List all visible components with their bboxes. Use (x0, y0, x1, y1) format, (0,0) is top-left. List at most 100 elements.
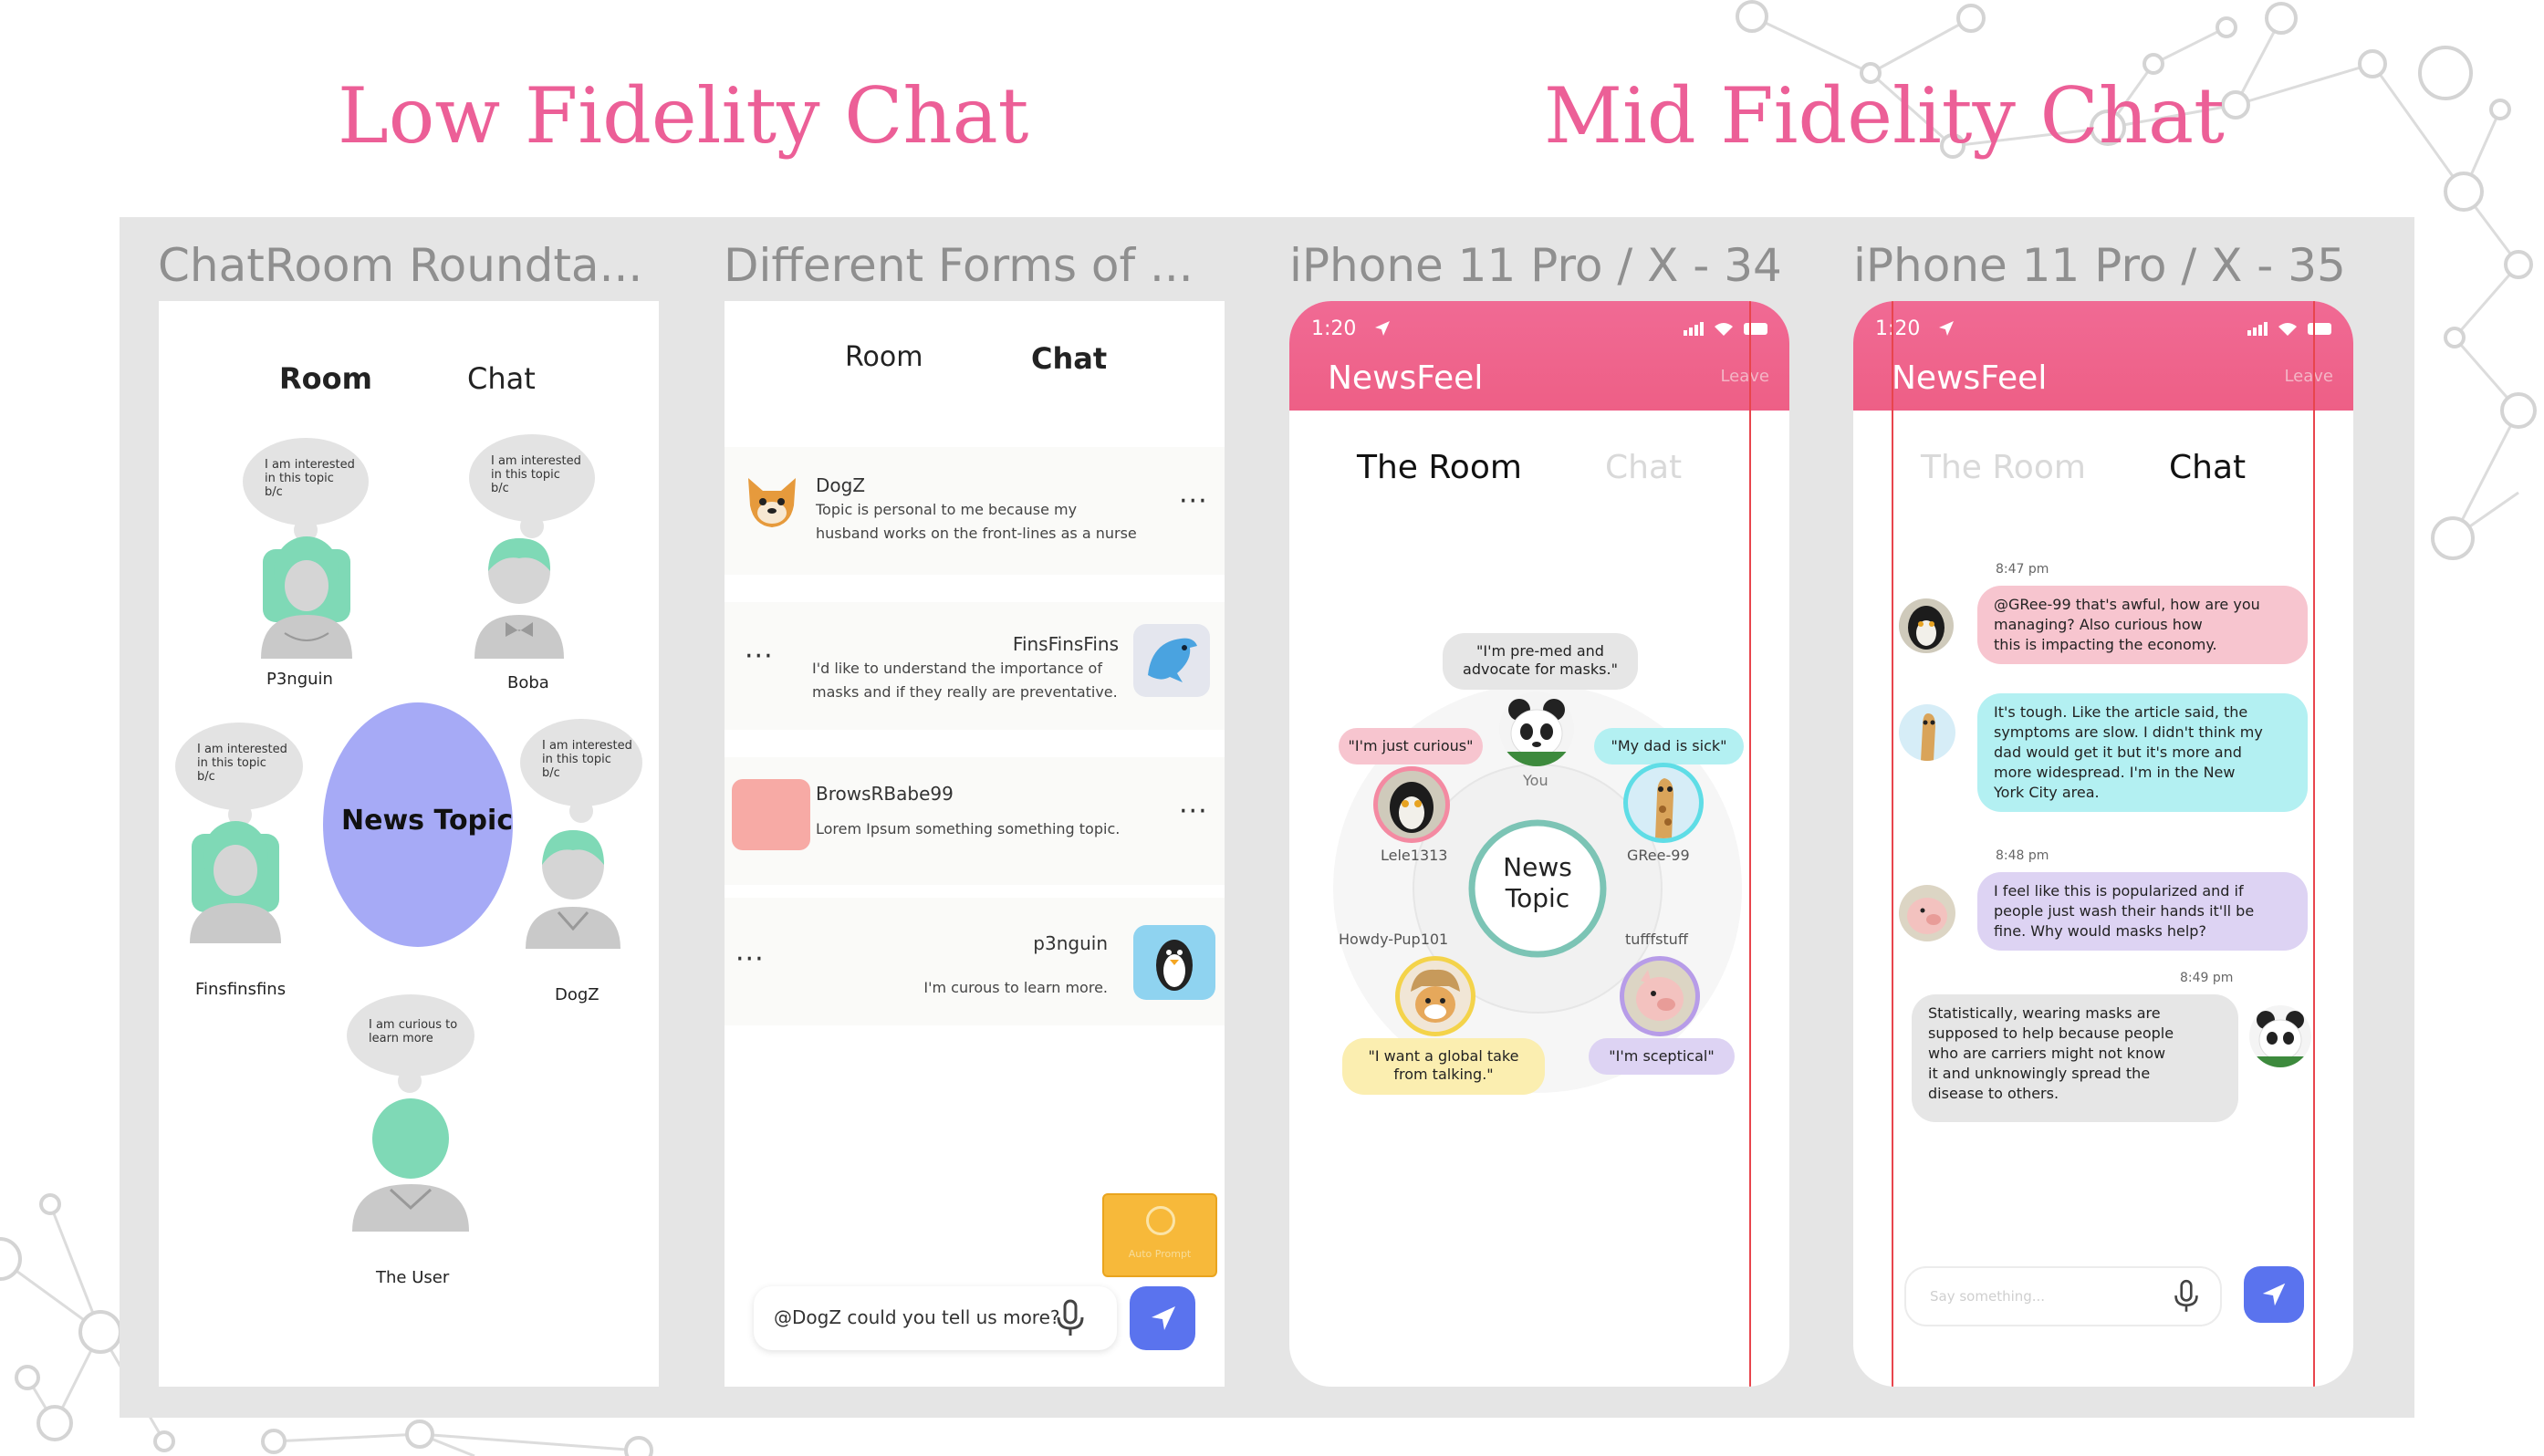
user-name: tufffstuff (1625, 931, 1688, 948)
status-time: 1:20 (1875, 317, 1921, 340)
location-icon (1375, 321, 1390, 336)
more-options-icon[interactable]: ··· (735, 943, 765, 975)
penguin-icon (1133, 925, 1215, 1000)
user-name: DogZ (555, 985, 600, 1004)
location-icon (1939, 321, 1954, 336)
chat-message[interactable]: It's tough. Like the article said, the s… (1977, 693, 2308, 812)
user-name: P3nguin (266, 670, 333, 689)
panda-avatar[interactable] (1499, 692, 1574, 766)
message-text: I'm curous to learn more. (923, 979, 1108, 996)
user-name: Howdy-Pup101 (1339, 931, 1449, 948)
message-text: Lorem Ipsum something something topic. (816, 820, 1121, 837)
more-options-icon[interactable]: ··· (1179, 796, 1208, 827)
tab-the-room[interactable]: The Room (1921, 449, 2086, 486)
app-brand: NewsFeel (1328, 359, 1484, 397)
message-input-placeholder: Say something... (1930, 1288, 2046, 1305)
bubble-tail (569, 799, 593, 823)
status-icons (1684, 322, 1767, 336)
more-options-icon[interactable]: ··· (745, 640, 774, 672)
message-input-value: @DogZ could you tell us more? (774, 1306, 1060, 1328)
frame-label-2[interactable]: Different Forms of ... (724, 239, 1194, 292)
user-name: You (1523, 772, 1548, 789)
list-item[interactable]: DogZ Topic is personal to me because my … (725, 447, 1225, 575)
panda-avatar[interactable] (2249, 1005, 2311, 1067)
user-name: Finsfinsfins (195, 980, 287, 999)
thought-bubble: I am interested in this topic b/c (175, 723, 303, 810)
low-fidelity-title: Low Fidelity Chat (338, 71, 1029, 161)
auto-prompt-label: Auto Prompt (1128, 1248, 1192, 1260)
thought-bubble: I am interested in this topic b/c (469, 434, 595, 522)
app-header: 1:20 NewsFeel Leave (1853, 301, 2353, 411)
lowfi-room-frame: Room Chat I am interested in this topic … (159, 301, 659, 1387)
tab-chat[interactable]: Chat (1605, 449, 1682, 486)
tab-the-room[interactable]: The Room (1357, 449, 1522, 486)
more-options-icon[interactable]: ··· (1179, 485, 1208, 517)
tab-room[interactable]: Room (279, 361, 372, 396)
tab-room[interactable]: Room (845, 341, 923, 373)
dog-icon (748, 478, 796, 527)
boba-avatar (474, 538, 564, 659)
frame-label-3[interactable]: iPhone 11 Pro / X - 34 (1289, 239, 1782, 292)
message-text: Topic is personal to me because my husba… (816, 501, 1137, 542)
layout-guide (1749, 301, 1751, 1387)
leave-button[interactable]: Leave (2284, 367, 2333, 386)
quote-bubble: "My dad is sick" (1594, 728, 1744, 764)
thought-bubble: I am curious to learn more (347, 994, 474, 1076)
lemur-avatar[interactable] (1373, 766, 1450, 843)
quote-bubble: "I'm sceptical" (1589, 1038, 1735, 1075)
pig-avatar[interactable] (1620, 956, 1700, 1036)
thought-bubble: I am interested in this topic b/c (520, 719, 642, 806)
list-item[interactable]: BrowsRBabe99 Lorem Ipsum something somet… (725, 757, 1225, 885)
message-input[interactable]: Say something... (1904, 1266, 2222, 1326)
user-name: GRee-99 (1627, 847, 1690, 864)
timestamp: 8:49 pm (2180, 971, 2234, 985)
list-item[interactable]: ··· p3nguin I'm curous to learn more. (725, 898, 1225, 1025)
frame-label-4[interactable]: iPhone 11 Pro / X - 35 (1853, 239, 2346, 292)
message-text: I'd like to understand the importance of… (812, 660, 1118, 701)
send-button[interactable] (2244, 1266, 2304, 1323)
tab-chat[interactable]: Chat (1031, 341, 1107, 376)
user-name: Boba (507, 673, 549, 692)
message-input[interactable]: @DogZ could you tell us more? (754, 1286, 1117, 1350)
tab-chat[interactable]: Chat (2169, 449, 2246, 486)
frame-label-1[interactable]: ChatRoom Roundta... (158, 239, 642, 292)
timestamp: 8:47 pm (1996, 562, 2049, 577)
app-brand: NewsFeel (1892, 359, 2048, 397)
status-time: 1:20 (1311, 317, 1357, 340)
dogz-avatar (526, 830, 620, 949)
send-button[interactable] (1130, 1286, 1195, 1350)
finsfinsfins-avatar (190, 821, 281, 943)
giraffe-avatar[interactable] (1623, 763, 1704, 843)
lemur-avatar[interactable] (1899, 598, 1954, 653)
message-user: FinsFinsFins (1012, 633, 1119, 655)
lowfi-chat-frame: Room Chat DogZ Topic is personal to me b… (725, 301, 1225, 1387)
microphone-icon[interactable] (1055, 1299, 1086, 1337)
send-icon (1152, 1306, 1175, 1330)
list-item[interactable]: ··· FinsFinsFins I'd like to understand … (725, 602, 1225, 730)
pig-avatar[interactable] (1899, 885, 1955, 941)
chat-message[interactable]: Statistically, wearing masks are suppose… (1912, 994, 2238, 1122)
the-user-avatar (352, 1098, 469, 1232)
tab-chat[interactable]: Chat (467, 361, 536, 396)
news-topic-label: News Topic (341, 805, 514, 837)
p3nguin-avatar (261, 536, 352, 659)
prompt-icon (1146, 1206, 1175, 1235)
message-user: p3nguin (1033, 932, 1108, 954)
chat-message[interactable]: I feel like this is popularized and if p… (1977, 872, 2308, 951)
layout-guide (2313, 301, 2315, 1387)
auto-prompt-button[interactable]: Auto Prompt (1102, 1193, 1217, 1277)
chat-message[interactable]: @GRee-99 that's awful, how are you manag… (1977, 586, 2308, 664)
microphone-icon[interactable] (2173, 1279, 2200, 1314)
app-header: 1:20 NewsFeel Leave (1289, 301, 1789, 411)
user-name: The User (376, 1268, 450, 1287)
dog-avatar[interactable] (1395, 956, 1475, 1036)
user-name: Lele1313 (1381, 847, 1448, 864)
status-icons (2247, 322, 2331, 336)
quote-bubble: "I'm pre-med and advocate for masks." (1443, 633, 1638, 690)
leave-button[interactable]: Leave (1720, 367, 1769, 386)
pink-avatar (732, 779, 810, 850)
dolphin-icon (1133, 624, 1210, 697)
giraffe-avatar[interactable] (1899, 704, 1955, 761)
news-topic-label[interactable]: News Topic (1472, 852, 1603, 914)
mid-fidelity-title: Mid Fidelity Chat (1544, 71, 2225, 161)
